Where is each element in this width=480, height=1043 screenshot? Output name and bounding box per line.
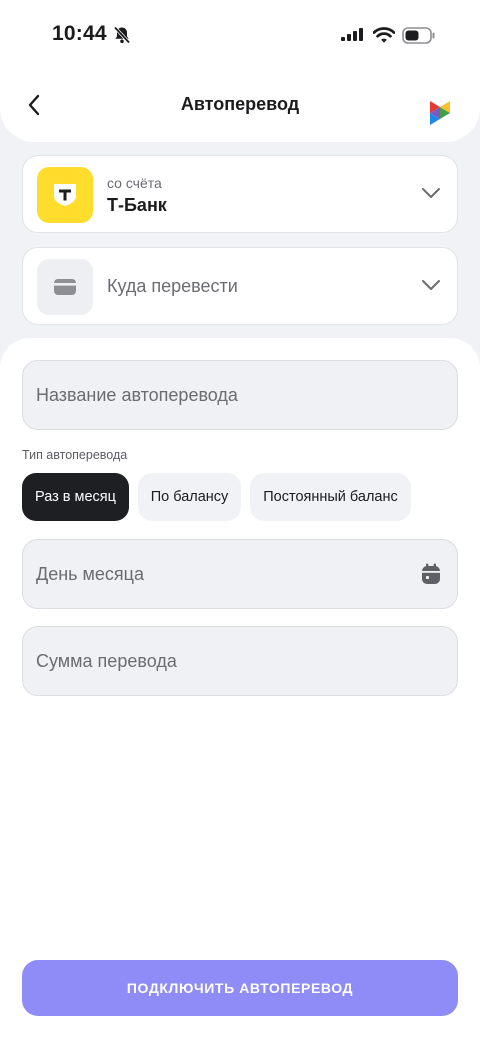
- card-icon: [54, 279, 76, 295]
- transfer-amount-input[interactable]: Сумма перевода: [22, 626, 458, 696]
- destination-icon-box: [37, 259, 93, 315]
- page-title: Автоперевод: [180, 94, 300, 114]
- type-chip-by-balance[interactable]: По балансу: [138, 473, 241, 521]
- day-of-month-input[interactable]: День месяца: [22, 539, 458, 609]
- from-account-selector[interactable]: со счёта Т-Банк: [22, 155, 458, 233]
- header: Автоперевод: [0, 70, 480, 142]
- to-account-selector[interactable]: Куда перевести: [22, 247, 458, 325]
- from-account-sublabel: со счёта: [107, 175, 162, 191]
- transfer-name-placeholder: Название автоперевода: [36, 385, 238, 405]
- battery-icon: [402, 27, 436, 49]
- connect-autotransfer-button[interactable]: ПОДКЛЮЧИТЬ АВТОПЕРЕВОД: [22, 960, 458, 1016]
- type-chip-monthly[interactable]: Раз в месяц: [22, 473, 129, 521]
- to-account-placeholder: Куда перевести: [107, 276, 238, 296]
- status-bar: 10:44: [0, 0, 480, 70]
- transfer-type-label: Тип автоперевода: [22, 448, 128, 462]
- app-logo-icon: [428, 100, 452, 131]
- day-of-month-placeholder: День месяца: [36, 564, 144, 584]
- chevron-down-icon: [421, 278, 441, 296]
- from-account-bank: Т-Банк: [107, 195, 167, 215]
- chevron-down-icon: [421, 186, 441, 204]
- transfer-name-input[interactable]: Название автоперевода: [22, 360, 458, 430]
- transfer-amount-placeholder: Сумма перевода: [36, 651, 177, 671]
- tbank-shield-icon: [54, 184, 76, 206]
- status-time: 10:44: [52, 22, 107, 45]
- wifi-icon: [372, 26, 396, 49]
- calendar-icon[interactable]: [421, 563, 441, 590]
- signal-icon: [340, 28, 366, 49]
- bell-off-icon: [112, 25, 132, 50]
- type-chip-constant-balance[interactable]: Постоянный баланс: [250, 473, 411, 521]
- tbank-logo: [37, 167, 93, 223]
